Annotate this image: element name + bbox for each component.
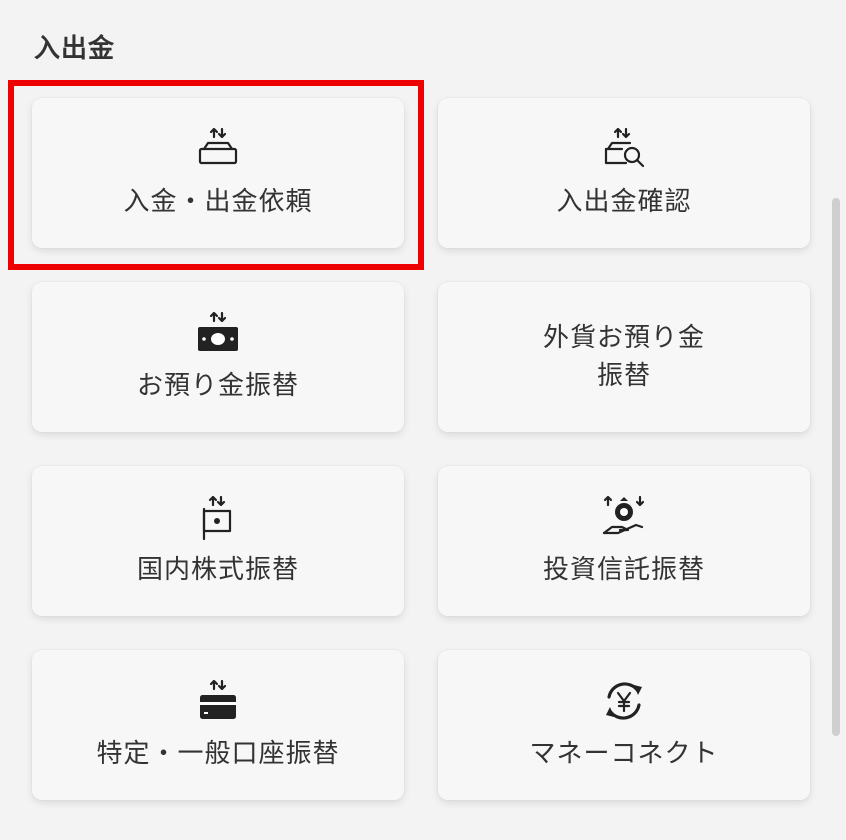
tile-label: 入金・出金依頼: [123, 187, 313, 217]
tray-transfer-icon: [198, 127, 238, 165]
tray-search-icon: [604, 127, 645, 168]
scrollbar[interactable]: [832, 198, 840, 736]
tile-label: マネーコネクト: [529, 739, 719, 769]
yen-cycle-icon: [606, 682, 642, 720]
tile-label: 入出金確認: [556, 187, 692, 217]
tile-label: 特定・一般口座振替: [96, 739, 340, 769]
tile-deposit-transfer[interactable]: お預り金振替: [32, 282, 404, 432]
tile-label: 外貨お預り金 振替: [542, 323, 705, 391]
tile-domestic-stock-transfer[interactable]: 国内株式振替: [32, 466, 404, 616]
tile-label: 投資信託振替: [542, 555, 705, 585]
page: 入出金 入金・出金依頼 入出金確認 お預り金振替 外貨お預り金 振替 国内株式振…: [0, 0, 846, 840]
tile-money-connect[interactable]: マネーコネクト: [438, 650, 810, 800]
cash-transfer-icon: [198, 311, 238, 351]
tile-label: 国内株式振替: [136, 555, 299, 585]
tile-label: お預り金振替: [136, 371, 299, 401]
tile-deposit-withdrawal-request[interactable]: 入金・出金依頼: [32, 98, 404, 248]
tile-deposit-withdrawal-check[interactable]: 入出金確認: [438, 98, 810, 248]
stock-flag-icon: [202, 495, 232, 541]
card-transfer-icon: [200, 679, 236, 719]
tile-investment-trust-transfer[interactable]: 投資信託振替: [438, 466, 810, 616]
fund-hand-icon: [602, 495, 645, 535]
tile-account-type-transfer[interactable]: 特定・一般口座振替: [32, 650, 404, 800]
tile-grid: 入金・出金依頼 入出金確認 お預り金振替 外貨お預り金 振替 国内株式振替 投資…: [32, 98, 810, 800]
tile-foreign-currency-transfer[interactable]: 外貨お預り金 振替: [438, 282, 810, 432]
section-title: 入出金: [34, 34, 116, 64]
